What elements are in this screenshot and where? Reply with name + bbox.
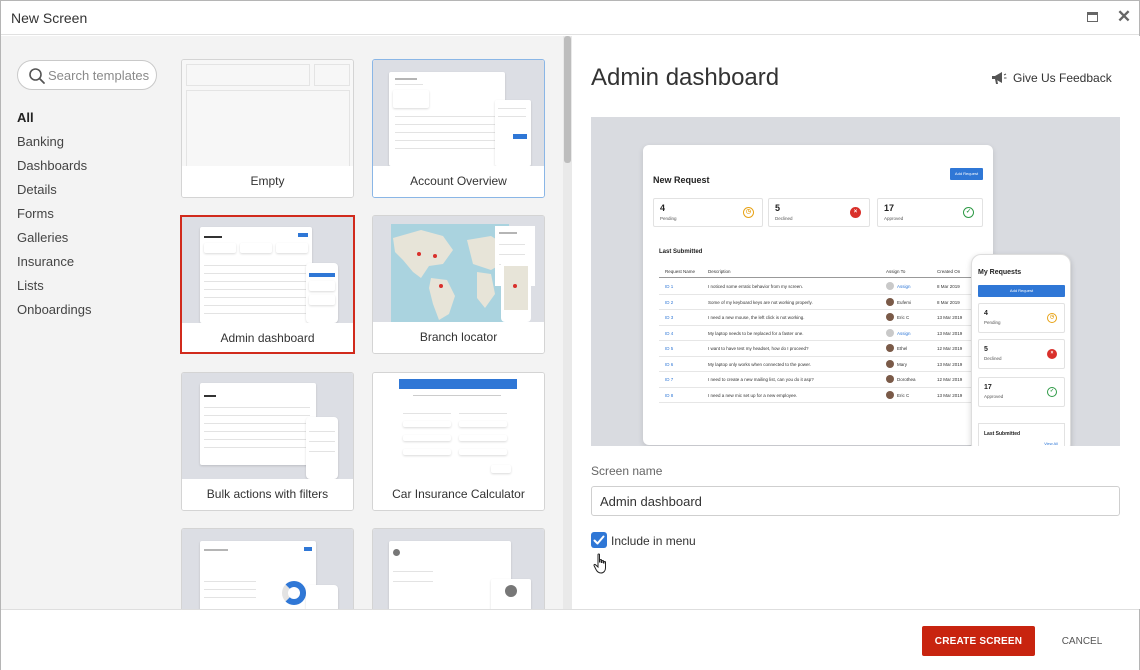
preview-list-heading: Last Submitted <box>659 249 703 255</box>
screen-name-input[interactable] <box>591 486 1120 516</box>
preview-phone-stat-approved: 17 Approved ✓ <box>978 377 1065 407</box>
scrollbar-thumb[interactable] <box>564 36 571 163</box>
preview-phone-heading: My Requests <box>978 269 1022 276</box>
megaphone-icon <box>992 72 1007 84</box>
category-banking[interactable]: Banking <box>17 134 91 158</box>
template-label: Car Insurance Calculator <box>373 479 544 510</box>
check-circle-icon: ✓ <box>963 207 974 218</box>
preview-col-request-name: Request Name <box>665 269 696 274</box>
preview-phone-stat-pending: 4 Pending ◷ <box>978 303 1065 333</box>
template-thumbnail <box>182 60 353 166</box>
template-card-profile[interactable] <box>372 528 545 609</box>
cancel-button[interactable]: CANCEL <box>1048 626 1116 656</box>
template-card-admin-dashboard[interactable]: Admin dashboard <box>180 215 355 354</box>
include-in-menu-label[interactable]: Include in menu <box>611 534 696 548</box>
preview-col-created-on: Created On <box>937 269 961 274</box>
template-card-branch-locator[interactable]: Branch locator <box>372 215 545 354</box>
close-icon[interactable]: ✕ <box>1115 7 1133 27</box>
template-browser: All Banking Dashboards Details Forms Gal… <box>1 36 572 609</box>
template-title: Admin dashboard <box>591 64 780 91</box>
template-card-empty[interactable]: Empty <box>181 59 354 198</box>
hand-cursor-icon <box>593 553 606 574</box>
template-detail-panel: Admin dashboard Give Us Feedback New Req… <box>573 36 1140 609</box>
template-thumbnail <box>182 529 353 609</box>
template-label: Account Overview <box>373 166 544 197</box>
title-bar: New Screen ✕ <box>1 1 1139 35</box>
template-card-car-insurance[interactable]: Car Insurance Calculator <box>372 372 545 511</box>
preview-col-description: Description <box>708 269 731 274</box>
search-icon <box>29 68 45 84</box>
category-lists[interactable]: Lists <box>17 278 91 302</box>
preview-row: ID 4 My laptop needs to be replaced for a… <box>659 326 981 341</box>
preview-phone-stat-declined: 5 Declined × <box>978 339 1065 369</box>
feedback-label: Give Us Feedback <box>1013 71 1112 85</box>
template-label: Admin dashboard <box>182 323 353 352</box>
preview-heading: New Request <box>653 175 710 185</box>
create-screen-button[interactable]: CREATE SCREEN <box>922 626 1035 656</box>
preview-phone-add-button: Add Request <box>978 285 1065 297</box>
template-thumbnail <box>182 217 353 323</box>
new-screen-dialog: New Screen ✕ All Banking Dashboards Deta… <box>0 0 1140 670</box>
preview-row: ID 5I want to have test my headset, how … <box>659 341 981 357</box>
category-insurance[interactable]: Insurance <box>17 254 91 278</box>
window-title: New Screen <box>11 10 88 26</box>
category-dashboards[interactable]: Dashboards <box>17 158 91 182</box>
preview-add-button: Add Request <box>950 168 983 180</box>
template-label: Branch locator <box>373 322 544 353</box>
preview-stat-declined: 5 Declined × <box>768 198 870 227</box>
include-in-menu-checkbox[interactable] <box>591 532 607 548</box>
category-onboardings[interactable]: Onboardings <box>17 302 91 326</box>
map-thumbnail <box>373 216 544 322</box>
preview-col-assign-to: Assign To <box>886 269 906 274</box>
template-thumbnail <box>373 529 544 609</box>
preview-row: ID 1I noticed some erratic behavior from… <box>659 279 981 295</box>
category-details[interactable]: Details <box>17 182 91 206</box>
give-feedback-link[interactable]: Give Us Feedback <box>991 68 1112 88</box>
search-input[interactable] <box>48 66 152 84</box>
preview-row: ID 6 My laptop only works when connected … <box>659 357 981 372</box>
preview-desktop: New Request Add Request 4 Pending ◷ 5 De… <box>643 145 993 445</box>
category-all[interactable]: All <box>17 110 91 134</box>
preview-phone-list: Last Submitted View All <box>978 423 1065 446</box>
template-label: Bulk actions with filters <box>182 479 353 510</box>
preview-stat-approved: 17 Approved ✓ <box>877 198 983 227</box>
template-thumbnail <box>182 373 353 479</box>
maximize-icon[interactable] <box>1087 12 1098 22</box>
x-circle-icon: × <box>850 207 861 218</box>
category-list: All Banking Dashboards Details Forms Gal… <box>17 110 91 326</box>
preview-row: ID 3I need a new mouse, the left click i… <box>659 310 981 326</box>
preview-row: ID 2 Some of my keyboard keys are not wor… <box>659 295 981 310</box>
category-forms[interactable]: Forms <box>17 206 91 230</box>
screen-name-label: Screen name <box>591 464 663 478</box>
dialog-footer: CREATE SCREEN CANCEL <box>1 609 1139 670</box>
preview-list: Last Submitted Request Name Description … <box>653 242 983 412</box>
search-box[interactable] <box>17 60 157 90</box>
template-label: Empty <box>182 166 353 197</box>
template-thumbnail <box>373 373 544 479</box>
checkmark-icon <box>593 535 605 545</box>
template-card-account-overview[interactable]: Account Overview <box>372 59 545 198</box>
preview-stat-pending: 4 Pending ◷ <box>653 198 763 227</box>
template-thumbnail <box>373 60 544 166</box>
preview-phone: My Requests Add Request 4 Pending ◷ 5 Decl… <box>971 254 1071 446</box>
template-card-bulk-actions[interactable]: Bulk actions with filters <box>181 372 354 511</box>
template-thumbnail <box>373 216 544 322</box>
template-preview: New Request Add Request 4 Pending ◷ 5 De… <box>591 117 1120 446</box>
category-galleries[interactable]: Galleries <box>17 230 91 254</box>
preview-row: ID 8I need a new mic set up for a new em… <box>659 388 981 403</box>
template-card-requests-overview[interactable] <box>181 528 354 609</box>
clock-icon: ◷ <box>1047 313 1057 323</box>
x-circle-icon: × <box>1047 349 1057 359</box>
check-circle-icon: ✓ <box>1047 387 1057 397</box>
preview-row: ID 7I need to create a new mailing list,… <box>659 372 981 388</box>
clock-icon: ◷ <box>743 207 754 218</box>
